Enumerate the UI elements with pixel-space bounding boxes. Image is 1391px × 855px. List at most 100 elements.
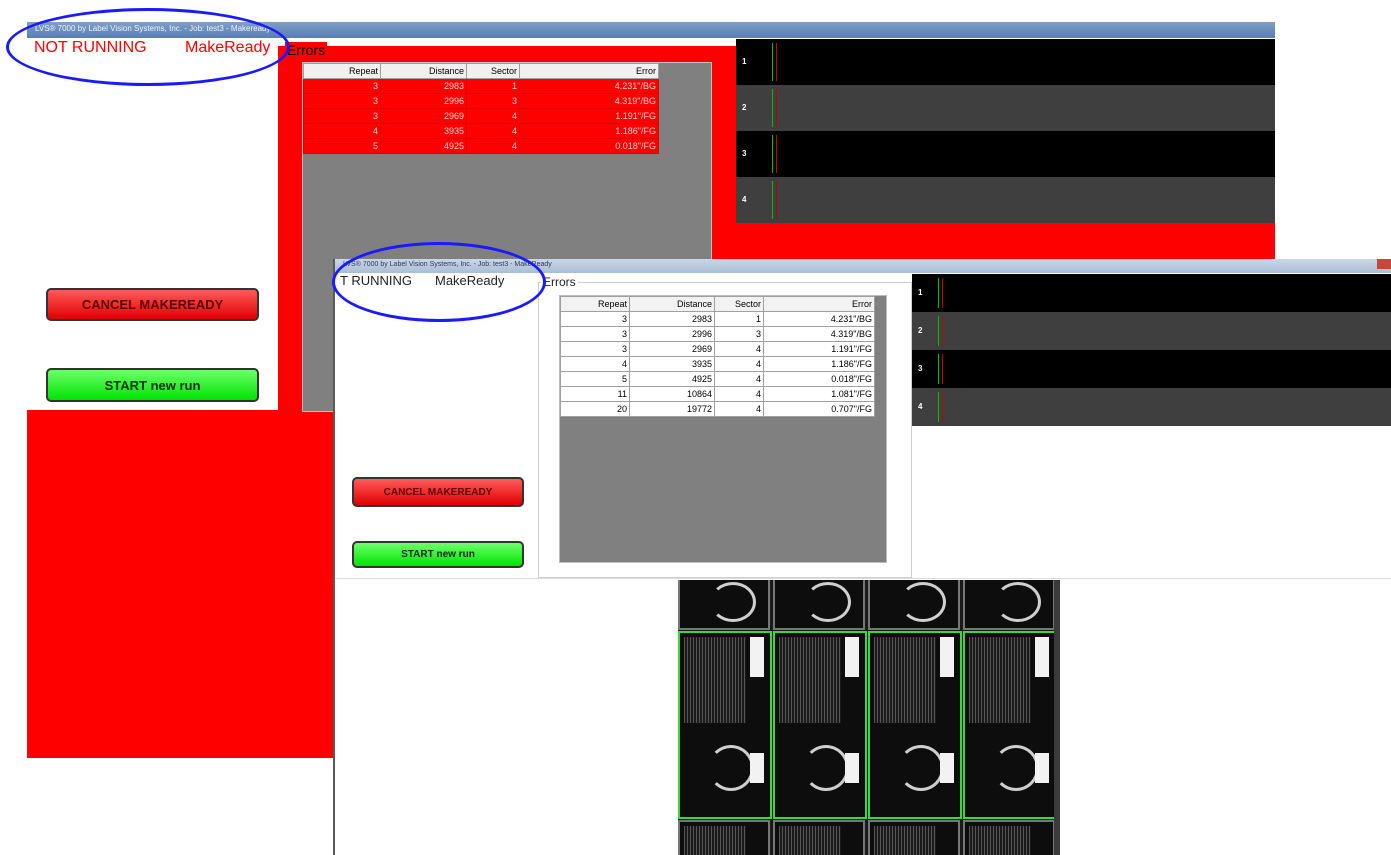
sector-row: 2 [736,85,1275,131]
column-header-distance[interactable]: Distance [629,296,715,312]
sector-label: 1 [742,57,747,66]
cell-sector: 4 [714,371,764,387]
cell-error: 4.319"/BG [763,326,875,342]
label-image [868,631,962,819]
sector-row: 1 [736,39,1275,85]
front-window: LVS® 7000 by Label Vision Systems, Inc. … [333,259,1391,855]
column-header-sector[interactable]: Sector [466,63,520,79]
cell-error: 1.191"/FG [519,108,659,124]
sector-marker [938,354,943,384]
table-row[interactable]: 11 10864 4 1.081"/FG [560,386,875,402]
front-errors-legend: Errors [541,275,578,289]
cell-error: 1.191"/FG [763,341,875,357]
front-start-new-run-button[interactable]: START new run [352,541,524,568]
column-header-repeat[interactable]: Repeat [560,296,630,312]
cell-sector: 4 [466,108,520,124]
annotation-ellipse-front [332,242,546,322]
back-start-new-run-button[interactable]: START new run [46,368,259,402]
table-row[interactable]: 4 3935 4 1.186"/FG [560,356,875,372]
label-image-top [678,580,770,630]
cell-repeat: 3 [303,108,381,124]
table-row[interactable]: 3 2969 4 1.191"/FG [560,341,875,357]
cell-sector: 4 [466,138,520,154]
cell-repeat: 5 [560,371,630,387]
cell-sector: 4 [714,341,764,357]
cell-repeat: 11 [560,386,630,402]
cell-repeat: 5 [303,138,381,154]
front-errors-grid[interactable]: Repeat Distance Sector Error 3 2983 1 4.231… [559,295,887,563]
cell-sector: 3 [466,93,520,109]
cell-repeat: 4 [560,356,630,372]
sector-label: 2 [742,103,747,112]
cell-distance: 3935 [629,356,715,372]
cell-sector: 1 [466,78,520,94]
cell-repeat: 3 [560,311,630,327]
cell-error: 4.231"/BG [519,78,659,94]
label-image-bottom [868,820,960,855]
label-image-top [868,580,960,630]
cell-distance: 4925 [629,371,715,387]
cell-sector: 4 [714,356,764,372]
table-row[interactable]: 20 19772 4 0.707"/FG [560,401,875,417]
cell-error: 1.081"/FG [763,386,875,402]
table-row[interactable]: 3 2983 1 4.231"/BG [303,78,659,94]
cell-repeat: 4 [303,123,381,139]
table-row[interactable]: 3 2983 1 4.231"/BG [560,311,875,327]
back-cancel-makeready-button[interactable]: CANCEL MAKEREADY [46,288,259,321]
cell-repeat: 3 [560,341,630,357]
label-image-top [963,580,1055,630]
cell-distance: 10864 [629,386,715,402]
column-header-repeat[interactable]: Repeat [303,63,381,79]
table-row[interactable]: 3 2969 4 1.191"/FG [303,108,659,124]
label-image [678,631,772,819]
column-header-error[interactable]: Error [763,296,875,312]
cell-repeat: 3 [303,78,381,94]
sector-row: 4 [736,177,1275,223]
label-image-bottom [678,820,770,855]
sector-marker [938,316,943,346]
front-cancel-makeready-button[interactable]: CANCEL MAKEREADY [352,477,524,507]
table-row[interactable]: 3 2996 3 4.319"/BG [303,93,659,109]
back-alarm-panel-left [27,410,278,758]
table-row[interactable]: 3 2996 3 4.319"/BG [560,326,875,342]
cell-distance: 2996 [380,93,467,109]
label-image-top [773,580,865,630]
cell-sector: 3 [714,326,764,342]
cell-sector: 1 [714,311,764,327]
cell-distance: 2983 [380,78,467,94]
cell-distance: 2969 [629,341,715,357]
sector-marker [772,89,777,127]
sector-marker [772,181,777,219]
table-row[interactable]: 4 3935 4 1.186"/FG [303,123,659,139]
sector-row: 4 [912,388,1391,426]
cell-sector: 4 [714,386,764,402]
close-icon[interactable] [1377,259,1391,269]
camera-image [678,580,1060,855]
sector-row: 2 [912,312,1391,350]
sector-marker [938,278,943,308]
sector-row: 3 [912,350,1391,388]
cell-error: 0.018"/FG [763,371,875,387]
table-row[interactable]: 5 4925 4 0.018"/FG [303,138,659,154]
cell-distance: 2969 [380,108,467,124]
sector-marker [772,135,777,173]
front-errors-table: Repeat Distance Sector Error 3 2983 1 4.231… [560,296,875,417]
sector-row: 1 [912,274,1391,312]
cell-distance: 19772 [629,401,715,417]
sector-marker [938,392,943,422]
cell-error: 0.707"/FG [763,401,875,417]
back-sector-strip: 1 2 3 4 [736,39,1275,225]
column-header-distance[interactable]: Distance [380,63,467,79]
sector-label: 4 [918,402,923,411]
back-errors-legend: Errors [285,42,328,58]
table-row[interactable]: 5 4925 4 0.018"/FG [560,371,875,387]
back-errors-table: Repeat Distance Sector Error 3 2983 1 4.231… [303,63,659,154]
cell-repeat: 3 [560,326,630,342]
cell-error: 1.186"/FG [763,356,875,372]
sector-row: 3 [736,131,1275,177]
column-header-error[interactable]: Error [519,63,659,79]
cell-sector: 4 [466,123,520,139]
cell-distance: 3935 [380,123,467,139]
cell-sector: 4 [714,401,764,417]
column-header-sector[interactable]: Sector [714,296,764,312]
